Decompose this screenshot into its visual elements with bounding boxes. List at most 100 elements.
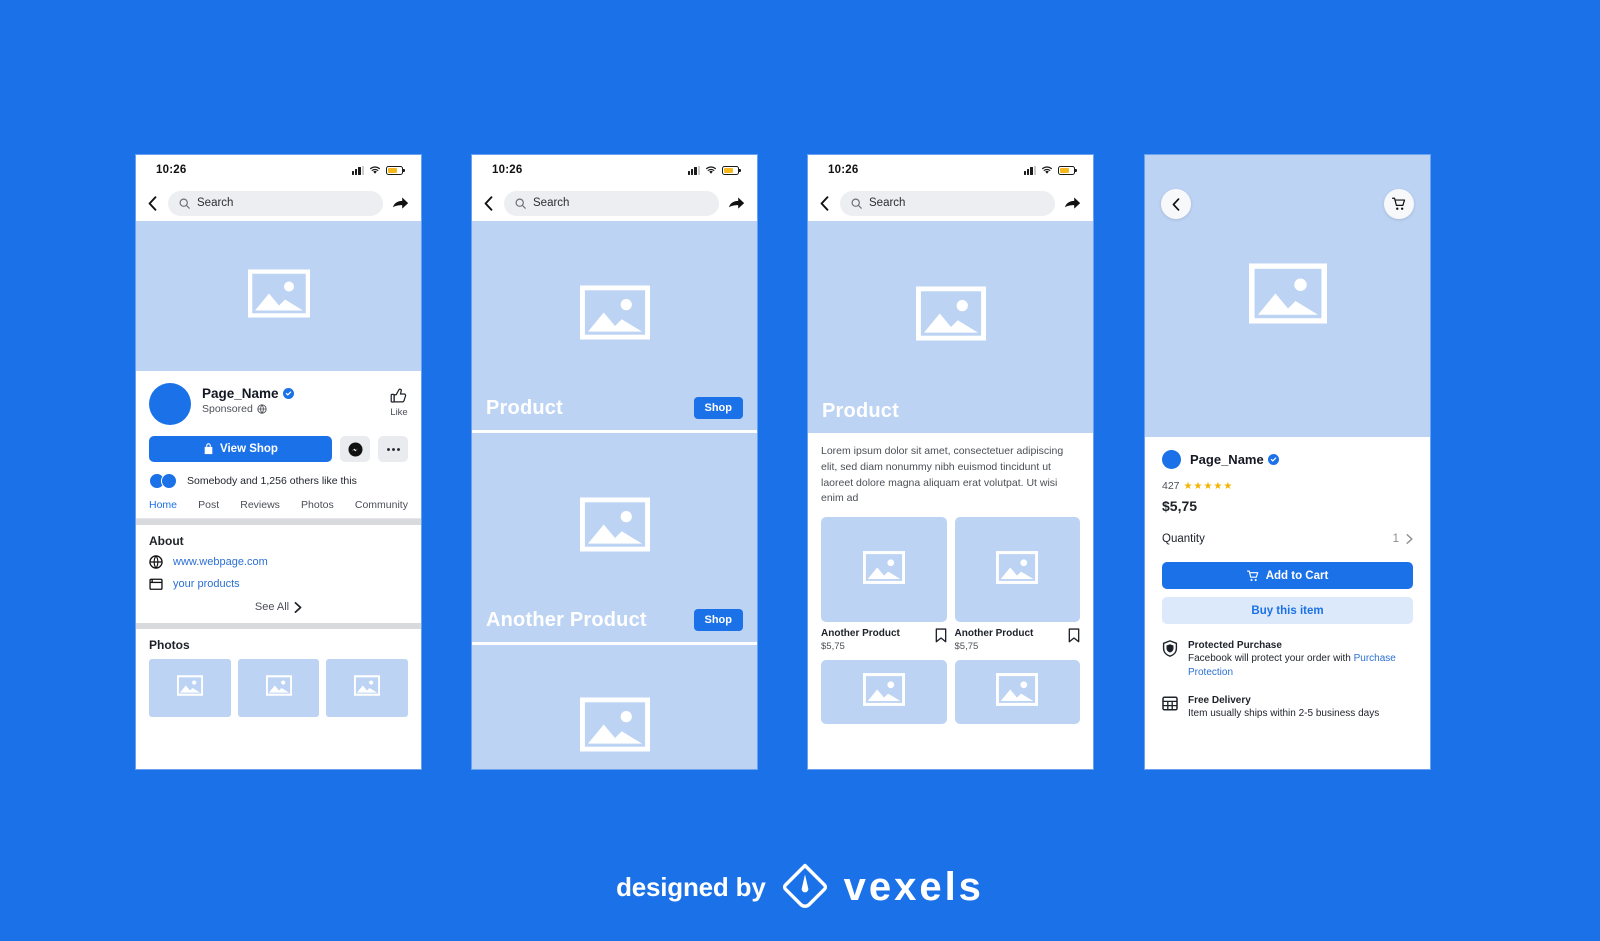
footer-credit: designed by vexels xyxy=(0,861,1600,913)
quantity-label: Quantity xyxy=(1162,533,1205,545)
ellipsis-icon xyxy=(386,447,400,451)
search-placeholder: Search xyxy=(197,197,234,209)
share-icon[interactable] xyxy=(728,196,745,211)
about-products-label[interactable]: your products xyxy=(173,578,240,590)
status-time: 10:26 xyxy=(156,164,187,176)
review-count: 427 xyxy=(1162,480,1180,492)
cart-icon xyxy=(1392,197,1406,210)
cart-button[interactable] xyxy=(1384,189,1414,219)
back-icon[interactable] xyxy=(482,195,495,211)
search-input[interactable]: Search xyxy=(504,190,719,216)
back-icon[interactable] xyxy=(146,195,159,211)
quantity-value: 1 xyxy=(1392,533,1399,545)
related-product-image xyxy=(821,660,947,724)
profile-header: Page_Name Sponsored Like xyxy=(136,371,421,425)
image-placeholder-icon xyxy=(862,550,905,589)
view-shop-button[interactable]: View Shop xyxy=(149,436,332,462)
product-hero: Product xyxy=(808,221,1093,433)
share-icon[interactable] xyxy=(392,196,409,211)
tab-post[interactable]: Post xyxy=(198,499,219,511)
image-placeholder-icon xyxy=(579,285,650,345)
back-icon[interactable] xyxy=(818,195,831,211)
tab-home[interactable]: Home xyxy=(149,499,177,511)
image-placeholder-icon xyxy=(579,697,650,757)
star-rating: ★★★★★ xyxy=(1183,480,1234,492)
photo-thumb[interactable] xyxy=(326,659,409,717)
avatar xyxy=(1162,450,1181,469)
see-all-label: See All xyxy=(254,601,290,613)
buy-now-button[interactable]: Buy this item xyxy=(1162,597,1413,624)
free-delivery-row: Free Delivery Item usually ships within … xyxy=(1162,695,1413,721)
nav-bar: Search xyxy=(136,185,421,221)
status-icons xyxy=(687,165,741,175)
status-bar: 10:26 xyxy=(808,155,1093,185)
chevron-left-icon xyxy=(1172,197,1180,211)
checkout-body: Page_Name 427 ★★★★★ $5,75 Quantity 1 Add… xyxy=(1145,437,1430,721)
search-input[interactable]: Search xyxy=(840,190,1055,216)
shop-button[interactable]: Shop xyxy=(693,609,743,631)
product-card[interactable]: Product Shop xyxy=(472,221,757,433)
related-product-meta: Another Product $5,75 xyxy=(821,622,947,652)
seller-name-row: Page_Name xyxy=(1190,452,1279,467)
shop-button[interactable]: Shop xyxy=(693,397,743,419)
avatar[interactable] xyxy=(149,383,191,425)
about-link-products[interactable]: your products xyxy=(136,577,421,599)
protected-purchase-text: Protected Purchase Facebook will protect… xyxy=(1188,640,1413,679)
back-button[interactable] xyxy=(1161,189,1191,219)
related-product-card[interactable] xyxy=(954,660,1080,724)
more-options-button[interactable] xyxy=(378,436,408,462)
photo-thumb[interactable] xyxy=(237,659,320,717)
tab-reviews[interactable]: Reviews xyxy=(240,499,280,511)
search-placeholder: Search xyxy=(869,197,906,209)
protected-purchase-row: Protected Purchase Facebook will protect… xyxy=(1162,640,1413,679)
phone-screen-page-profile: 10:26 Search Page_Name Sponsored Like Vi… xyxy=(136,155,421,769)
about-link-website[interactable]: www.webpage.com xyxy=(136,555,421,577)
quantity-row[interactable]: Quantity 1 xyxy=(1162,533,1413,545)
related-product-card[interactable]: Another Product $5,75 xyxy=(954,517,1081,652)
verified-badge-icon xyxy=(1267,454,1279,465)
related-product-name: Another Product xyxy=(821,628,900,639)
status-bar: 10:26 xyxy=(472,155,757,185)
cellular-signal-icon xyxy=(1023,165,1036,175)
messenger-button[interactable] xyxy=(340,436,370,462)
free-delivery-body: Item usually ships within 2-5 business d… xyxy=(1188,708,1380,719)
add-to-cart-button[interactable]: Add to Cart xyxy=(1162,562,1413,589)
quantity-value-group: 1 xyxy=(1393,533,1413,545)
chevron-right-icon xyxy=(1406,534,1413,544)
seller-row[interactable]: Page_Name xyxy=(1162,450,1413,469)
designed-by-label: designed by xyxy=(616,871,766,902)
verified-badge-icon xyxy=(282,388,294,399)
product-card[interactable]: Another Product Shop xyxy=(472,433,757,645)
related-product-card[interactable] xyxy=(821,660,947,724)
share-icon[interactable] xyxy=(1064,196,1081,211)
tab-community[interactable]: Community xyxy=(355,499,408,511)
product-title: Product xyxy=(486,397,563,419)
battery-icon xyxy=(1058,165,1077,175)
photo-thumb[interactable] xyxy=(149,659,231,717)
wifi-icon xyxy=(1041,166,1053,174)
page-name-label: Page_Name xyxy=(202,386,279,401)
about-website-label[interactable]: www.webpage.com xyxy=(173,556,268,568)
rating-row: 427 ★★★★★ xyxy=(1162,480,1413,492)
vexels-logo-icon xyxy=(782,863,827,908)
see-all-button[interactable]: See All xyxy=(136,599,421,623)
vexels-wordmark: vexels xyxy=(843,864,984,909)
bookmark-icon[interactable] xyxy=(935,628,947,643)
cellular-signal-icon xyxy=(687,165,700,175)
photos-grid xyxy=(136,659,421,717)
status-icons xyxy=(351,165,405,175)
related-product-card[interactable]: Another Product $5,75 xyxy=(821,517,947,652)
phone-screen-product-detail: 10:26 Search Product Lorem ipsum dolor s… xyxy=(808,155,1093,769)
phone-screen-product-list: 10:26 Search Product Shop Another Produc… xyxy=(472,155,757,769)
product-card[interactable] xyxy=(472,645,757,769)
globe-small-icon xyxy=(257,404,267,414)
image-placeholder-icon xyxy=(915,286,986,346)
nav-bar: Search xyxy=(808,185,1093,221)
bookmark-icon[interactable] xyxy=(1068,628,1080,643)
related-product-meta: Another Product $5,75 xyxy=(955,622,1081,652)
image-placeholder-icon xyxy=(579,497,650,557)
nav-bar: Search xyxy=(472,185,757,221)
search-input[interactable]: Search xyxy=(168,190,383,216)
like-button[interactable]: Like xyxy=(390,383,408,418)
tab-photos[interactable]: Photos xyxy=(301,499,334,511)
